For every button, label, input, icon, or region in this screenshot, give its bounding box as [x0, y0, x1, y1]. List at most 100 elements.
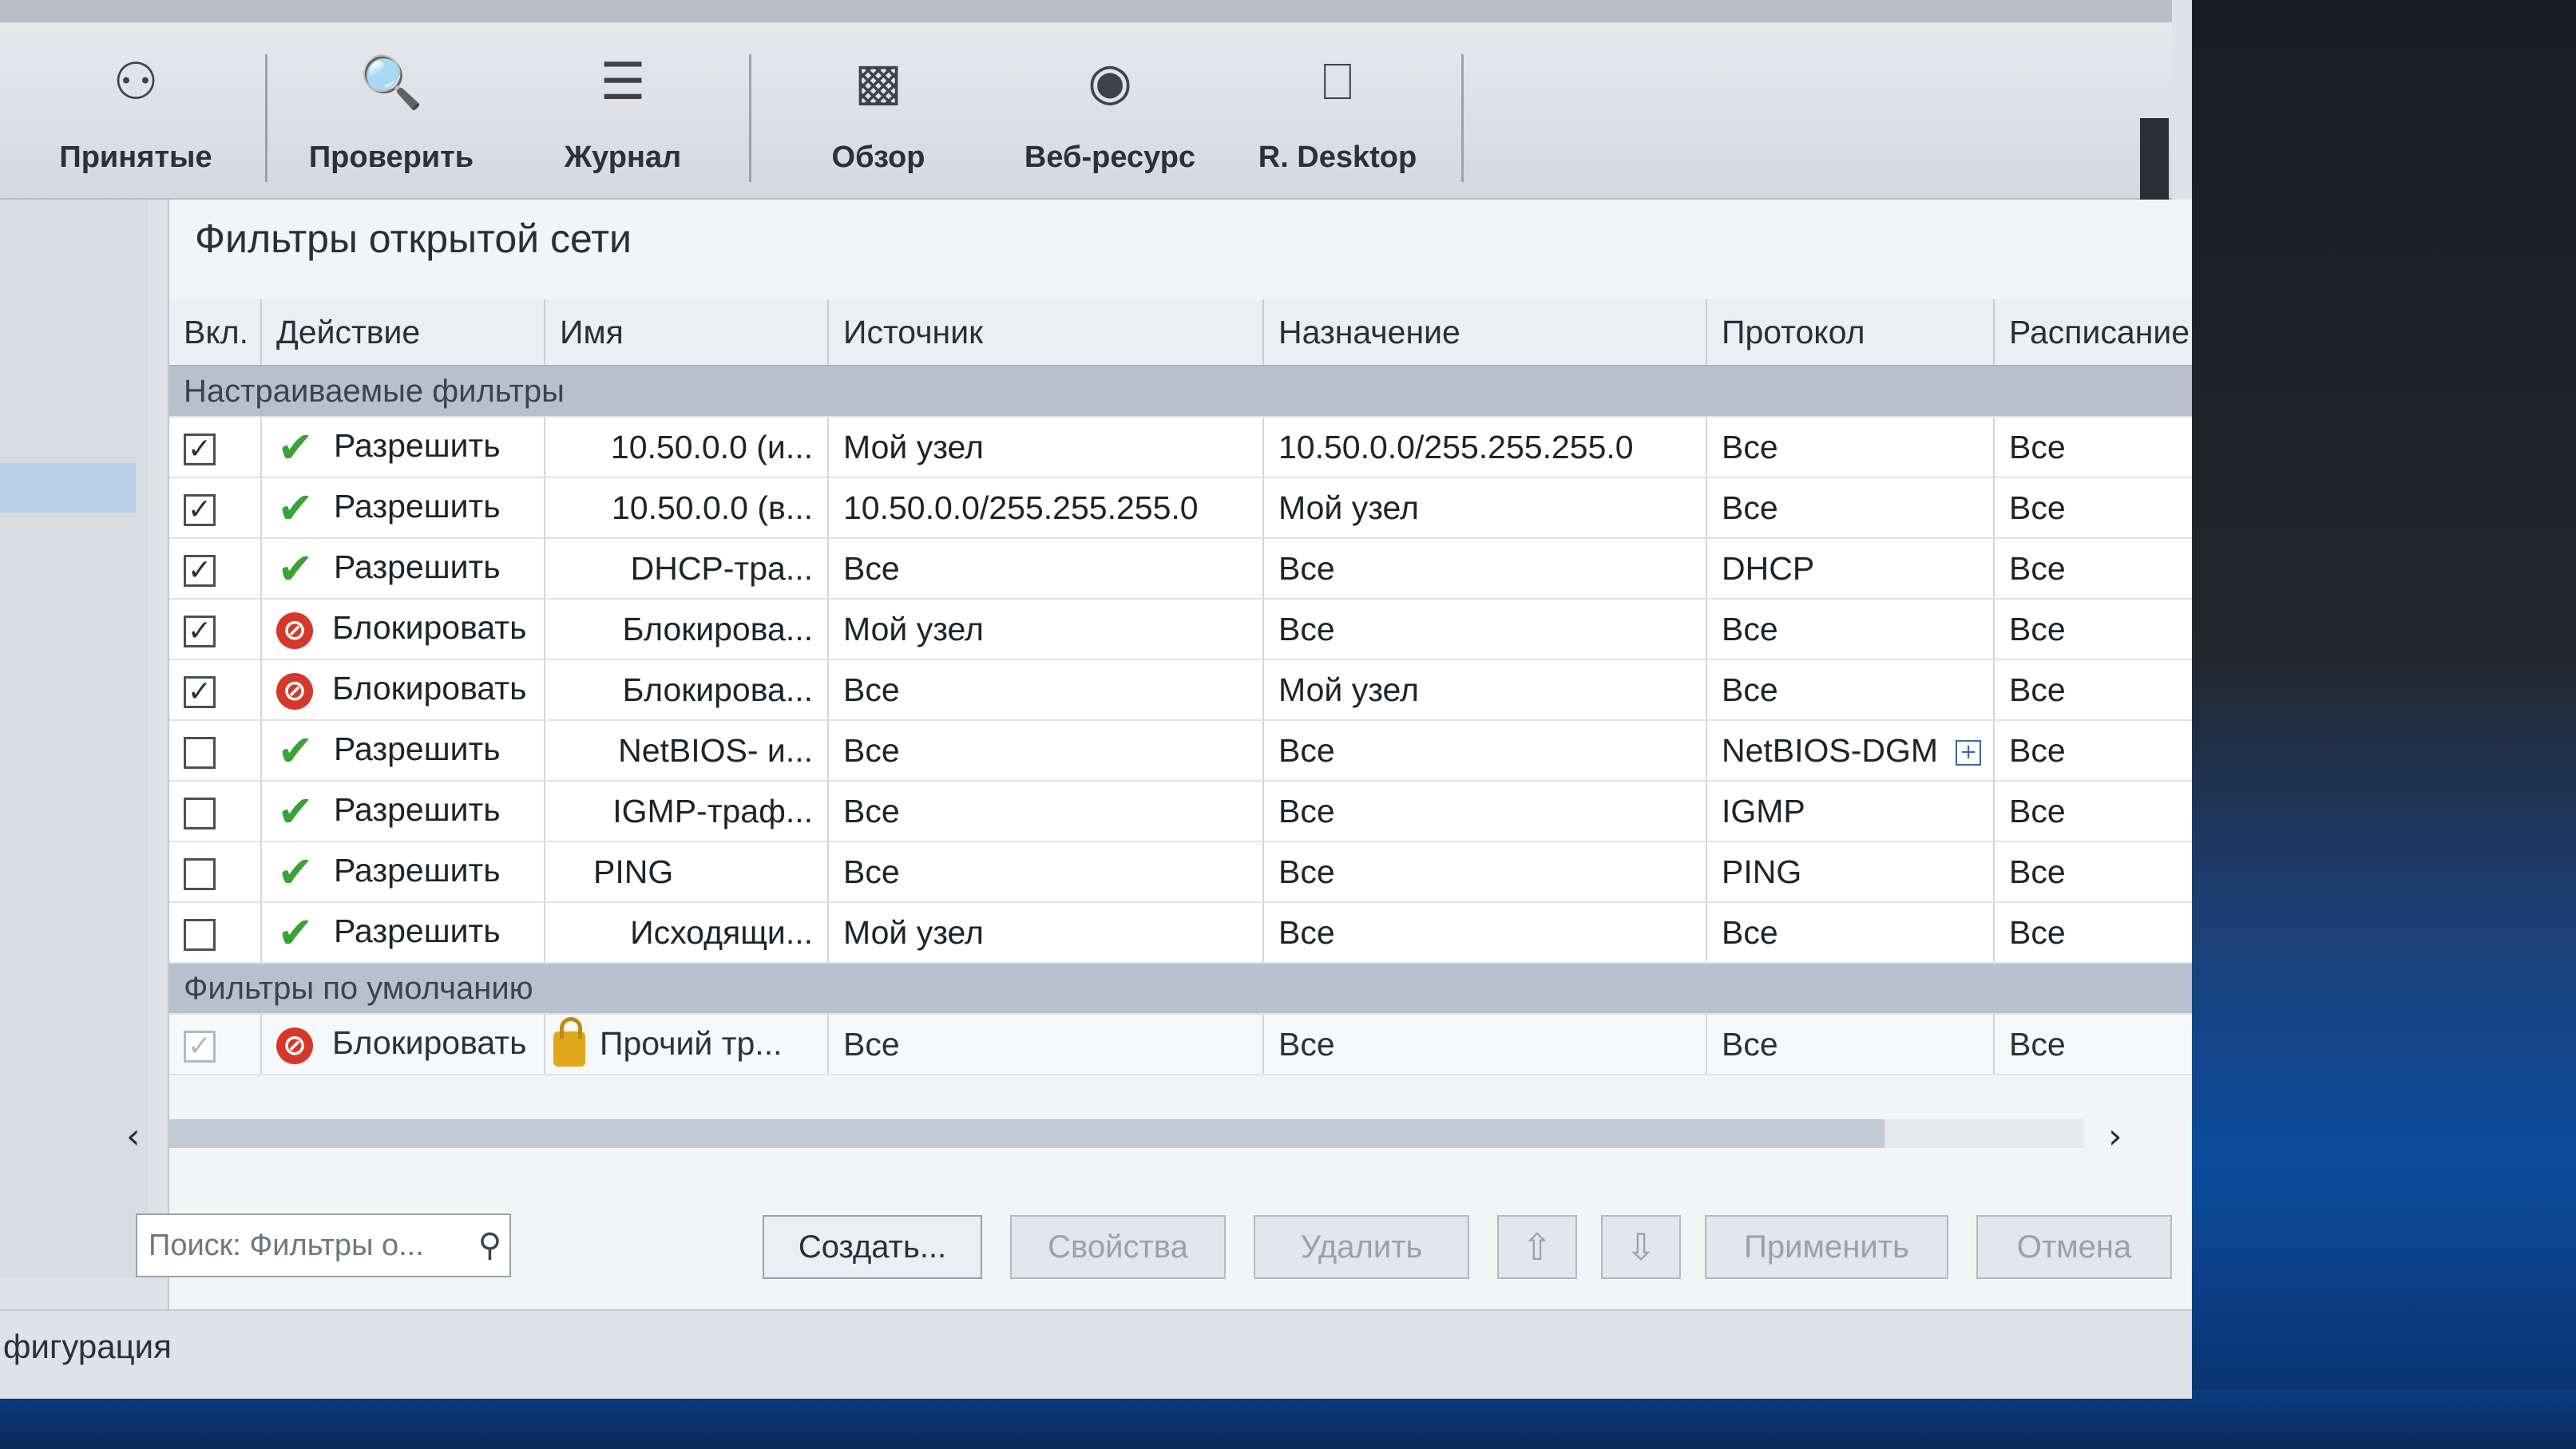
table-row[interactable]: ✔ Разрешить NetBIOS- и... Все Все NetBIOS… — [169, 720, 2192, 782]
column-header-source[interactable]: Источник — [828, 299, 1264, 366]
block-icon: ⊘ — [276, 612, 313, 649]
desktop-background — [2188, 0, 2576, 1449]
create-button[interactable]: Создать... — [763, 1215, 982, 1279]
filter-protocol: Все — [1706, 599, 1995, 660]
table-row[interactable]: ✓ ✔ Разрешить 10.50.0.0 (в... 10.50.0.0/2… — [169, 477, 2192, 539]
enabled-checkbox[interactable] — [184, 857, 216, 890]
allow-check-icon: ✔ — [277, 786, 314, 837]
action-label: Разрешить — [334, 851, 501, 889]
table-row[interactable]: ✓ ✔ Разрешить 10.50.0.0 (и... Мой узел 10… — [169, 417, 2192, 478]
enabled-checkbox[interactable]: ✓ — [184, 675, 216, 708]
filter-name: 10.50.0.0 (в... — [545, 477, 829, 539]
toolbar-web-resource-button[interactable]: ◉ Веб-ресурс — [1006, 37, 1214, 188]
toolbar-overview-button[interactable]: ▩ Обзор — [775, 37, 982, 188]
enabled-checkbox[interactable] — [184, 918, 216, 951]
filter-name: Исходящи... — [545, 902, 829, 964]
toolbar-journal-button[interactable]: ☰ Журнал — [519, 37, 727, 188]
filter-protocol: Все — [1706, 659, 1995, 721]
filter-schedule: Все — [1994, 659, 2192, 721]
search-input[interactable]: Поиск: Фильтры о... ⚲ — [136, 1213, 511, 1277]
lock-icon — [553, 1017, 585, 1067]
move-up-button[interactable]: ⇧ — [1497, 1215, 1577, 1279]
group-label: Настраиваемые фильтры — [169, 366, 2192, 418]
group-label: Фильтры по умолчанию — [169, 963, 2192, 1015]
toolbar: ⚇ Принятые 🔍 Проверить ☰ Журнал ▩ Обзор … — [0, 22, 2172, 230]
toolbar-remote-desktop-button[interactable]: ⎕ R. Desktop — [1234, 37, 1441, 188]
enabled-checkbox[interactable]: ✓ — [184, 493, 216, 526]
scrollbar-thumb[interactable] — [168, 1119, 1884, 1148]
table-row[interactable]: ✔ Разрешить PING Все Все PING Все — [169, 841, 2192, 903]
table-row[interactable]: ✓ ⊘ Блокировать Прочий тр... Все Все Все … — [169, 1014, 2192, 1075]
filters-panel: Фильтры открытой сети Вкл. Действие Имя … — [168, 200, 2192, 1341]
toolbar-label: Проверить — [308, 141, 474, 174]
filter-source: Мой узел — [828, 902, 1264, 964]
toolbar-received-button[interactable]: ⚇ Принятые — [32, 37, 240, 188]
filters-table: Вкл. Действие Имя Источник Назначение Пр… — [169, 299, 2192, 1075]
action-label: Разрешить — [334, 912, 501, 949]
delete-button[interactable]: Удалить — [1254, 1215, 1469, 1279]
scroll-left-arrow-icon[interactable]: ‹ — [126, 1116, 141, 1157]
action-label: Разрешить — [334, 790, 501, 828]
filter-destination: Все — [1263, 1014, 1707, 1075]
received-icon: ⚇ — [113, 53, 159, 112]
toolbar-label: Журнал — [564, 141, 682, 174]
filter-schedule: Все — [1994, 841, 2192, 903]
enabled-checkbox[interactable]: ✓ — [184, 615, 216, 647]
filter-destination: Все — [1263, 781, 1707, 842]
check-icon: 🔍 — [359, 53, 423, 113]
table-row[interactable]: ✔ Разрешить Исходящи... Мой узел Все Все … — [169, 902, 2192, 964]
filter-protocol: DHCP — [1706, 538, 1995, 600]
action-label: Блокировать — [332, 609, 527, 647]
enabled-checkbox[interactable] — [184, 797, 216, 829]
filter-source: Все — [828, 781, 1264, 842]
table-row[interactable]: ✓ ⊘ Блокировать Блокирова... Мой узел Все… — [169, 599, 2192, 660]
apply-button[interactable]: Применить — [1705, 1215, 1948, 1279]
allow-check-icon: ✔ — [277, 422, 314, 473]
column-header-protocol[interactable]: Протокол — [1706, 299, 1995, 366]
filter-name: Блокирова... — [545, 659, 829, 721]
enabled-checkbox[interactable]: ✓ — [184, 554, 216, 587]
enabled-checkbox: ✓ — [184, 1030, 216, 1063]
toolbar-check-button[interactable]: 🔍 Проверить — [287, 37, 495, 188]
remote-desktop-icon: ⎕ — [1322, 53, 1353, 112]
horizontal-scrollbar[interactable]: ‹ › — [120, 1110, 2140, 1158]
column-header-schedule[interactable]: Расписание — [1994, 299, 2192, 366]
move-down-button[interactable]: ⇩ — [1601, 1215, 1681, 1279]
filter-source: Все — [828, 841, 1264, 903]
toolbar-separator — [265, 54, 268, 182]
search-icon[interactable]: ⚲ — [478, 1215, 501, 1276]
nav-selected-item[interactable] — [0, 463, 136, 513]
group-header-custom[interactable]: Настраиваемые фильтры — [169, 366, 2192, 418]
toolbar-separator — [1461, 54, 1464, 182]
properties-button[interactable]: Свойства — [1010, 1215, 1226, 1279]
column-header-destination[interactable]: Назначение — [1263, 299, 1707, 366]
column-header-enabled[interactable]: Вкл. — [169, 299, 262, 366]
filter-schedule: Все — [1994, 781, 2192, 842]
filter-schedule: Все — [1994, 599, 2192, 660]
filter-protocol: PING — [1706, 841, 1995, 903]
enabled-checkbox[interactable] — [184, 736, 216, 769]
expand-plus-icon[interactable]: + — [1956, 739, 1982, 766]
enabled-checkbox[interactable]: ✓ — [184, 433, 216, 465]
column-header-name[interactable]: Имя — [545, 299, 829, 366]
filter-name: 10.50.0.0 (и... — [545, 417, 829, 478]
table-header-row: Вкл. Действие Имя Источник Назначение Пр… — [169, 299, 2192, 366]
column-header-action[interactable]: Действие — [261, 299, 545, 366]
filter-protocol: Все — [1706, 902, 1995, 964]
table-row[interactable]: ✓ ⊘ Блокировать Блокирова... Все Мой узел… — [169, 659, 2192, 721]
filter-destination: Все — [1263, 902, 1707, 964]
filter-destination: Мой узел — [1263, 477, 1707, 539]
cancel-button[interactable]: Отмена — [1976, 1215, 2172, 1279]
scroll-right-arrow-icon[interactable]: › — [2108, 1116, 2122, 1157]
filter-protocol: Все — [1706, 477, 1995, 539]
toolbar-label: Веб-ресурс — [1024, 141, 1196, 174]
group-header-default[interactable]: Фильтры по умолчанию — [169, 963, 2192, 1015]
table-row[interactable]: ✓ ✔ Разрешить DHCP-тра... Все Все DHCP Вс… — [169, 538, 2192, 600]
filter-schedule: Все — [1994, 417, 2192, 478]
overview-icon: ▩ — [854, 53, 903, 112]
menubar — [0, 0, 2172, 22]
status-bar: фигурация — [0, 1309, 2192, 1383]
filter-name: DHCP-тра... — [545, 538, 829, 600]
table-row[interactable]: ✔ Разрешить IGMP-траф... Все Все IGMP Все — [169, 781, 2192, 842]
app-window: ⚇ Принятые 🔍 Проверить ☰ Журнал ▩ Обзор … — [0, 0, 2192, 1399]
